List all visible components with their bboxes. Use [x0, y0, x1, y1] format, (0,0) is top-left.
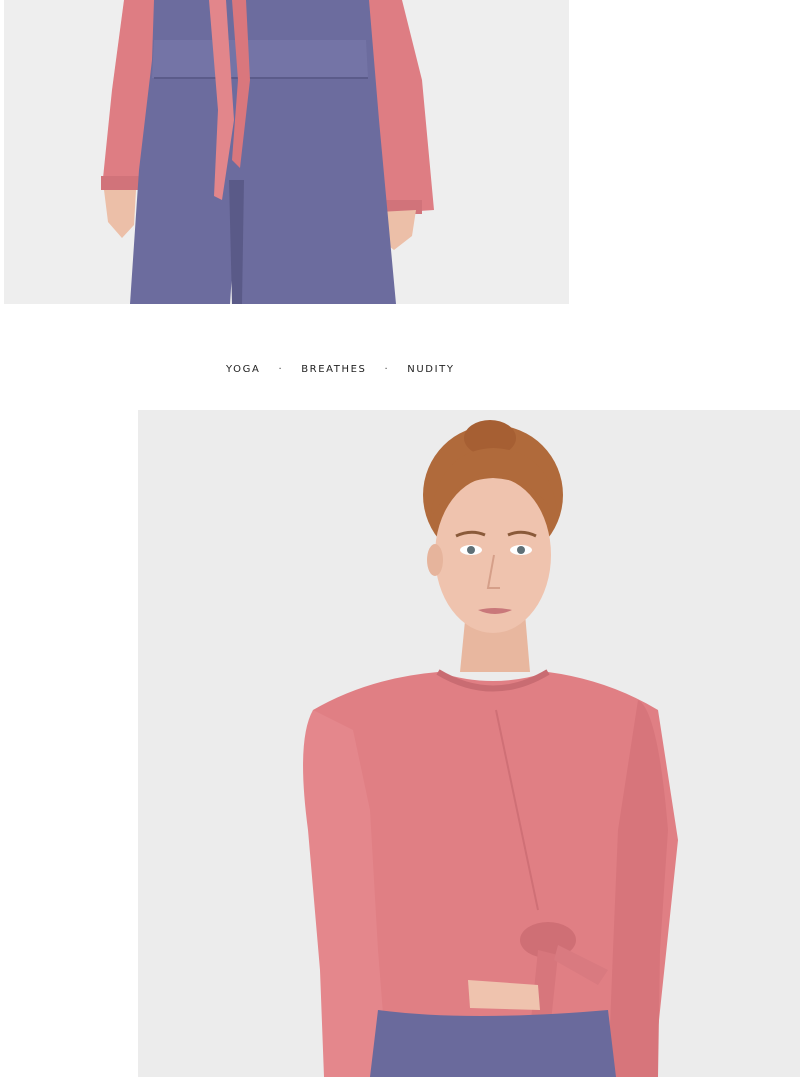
product-photo-main: [138, 410, 800, 1077]
model-portrait-illustration: [138, 410, 800, 1077]
tagline-word-nudity: NUDITY: [407, 364, 455, 375]
tagline-separator: ·: [278, 364, 284, 375]
tagline-word-breathes: BREATHES: [301, 364, 367, 375]
tagline: YOGA · BREATHES · NUDITY: [226, 364, 455, 375]
tagline-separator: ·: [384, 364, 390, 375]
torso-closeup-illustration: [4, 0, 569, 304]
product-photo-top: [4, 0, 569, 304]
tagline-word-yoga: YOGA: [226, 364, 261, 375]
